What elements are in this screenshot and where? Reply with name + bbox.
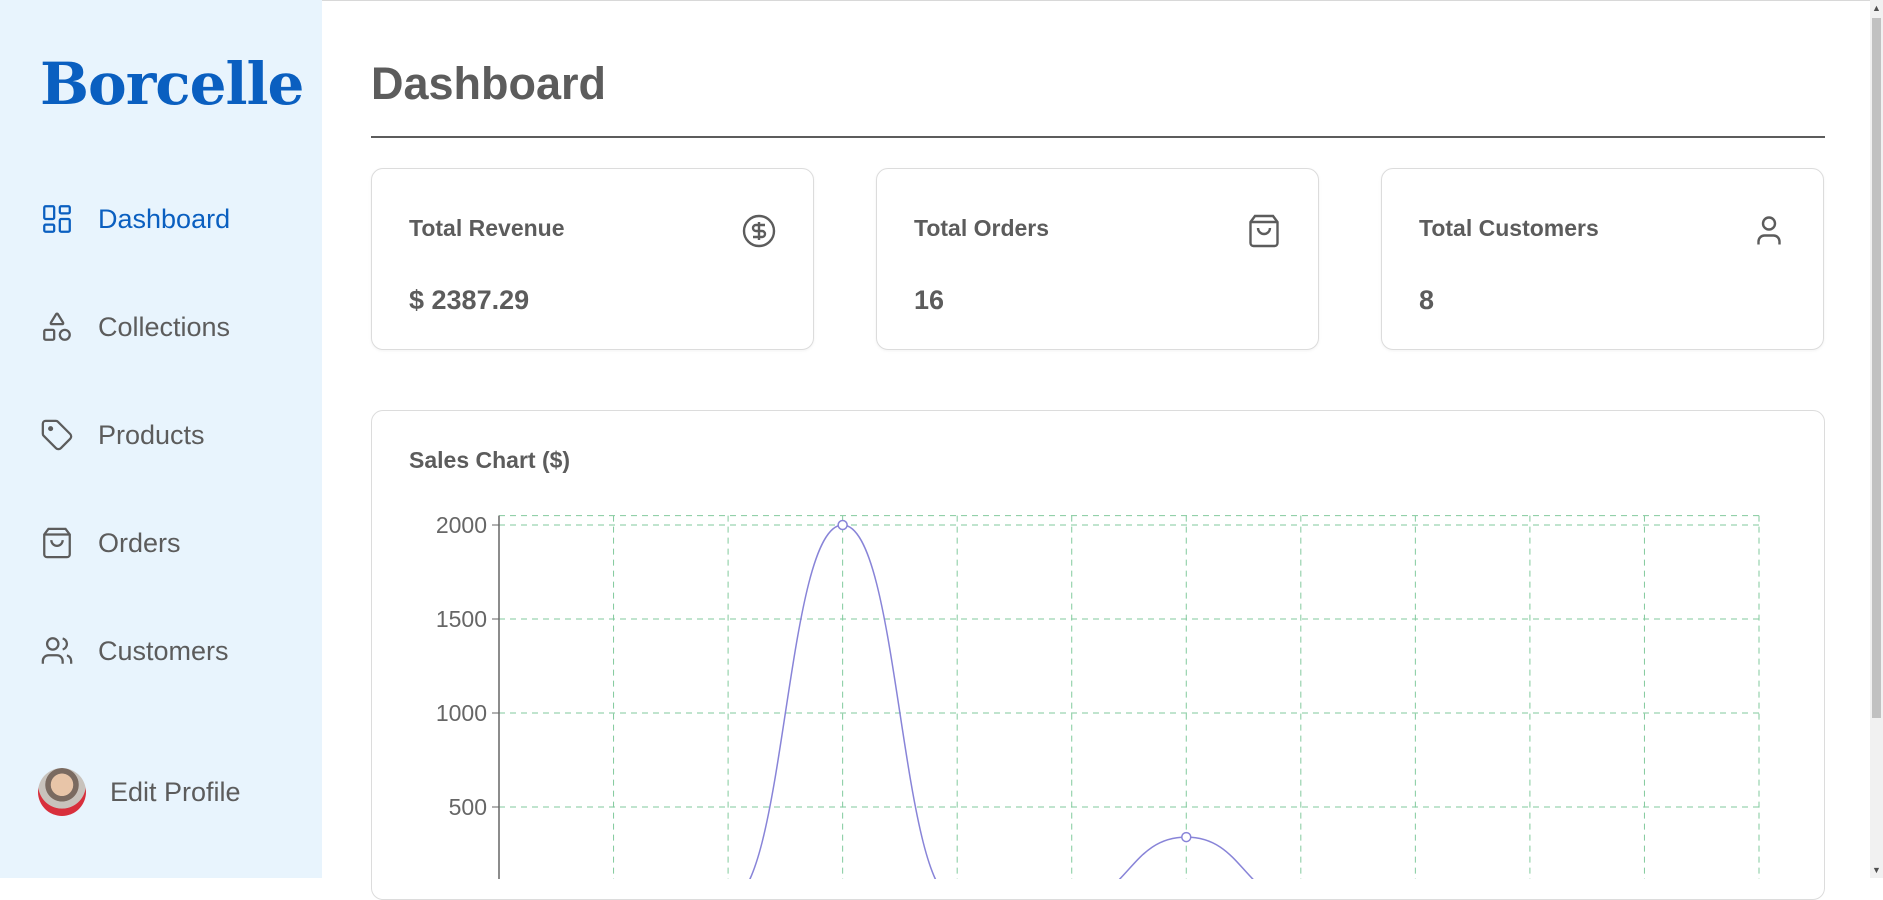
sidebar-item-label: Dashboard — [98, 203, 231, 234]
edit-profile-label: Edit Profile — [110, 776, 241, 807]
top-border — [322, 0, 1883, 1]
card-value: 8 — [1419, 285, 1435, 315]
sidebar-item-orders[interactable]: Orders — [40, 526, 181, 560]
sales-line — [748, 524, 1254, 879]
sidebar: Borcelle Dashboard Collections Products … — [0, 0, 322, 878]
y-tick-label: 1000 — [436, 700, 487, 726]
card-title: Total Orders — [914, 215, 1050, 241]
brand-logo[interactable]: Borcelle — [40, 50, 304, 118]
sidebar-item-collections[interactable]: Collections — [40, 310, 230, 344]
card-value: $ 2387.29 — [409, 285, 530, 315]
scroll-down-icon[interactable]: ▼ — [1872, 864, 1881, 876]
total-customers-card: Total Customers 8 — [1381, 168, 1824, 350]
sales-chart: 2000 1500 1000 500 — [436, 512, 1760, 879]
shopping-bag-icon — [40, 526, 74, 560]
y-tick-label: 1500 — [436, 606, 487, 632]
page-title: Dashboard — [371, 58, 607, 109]
scroll-up-icon[interactable]: ▲ — [1872, 2, 1881, 14]
avatar[interactable] — [38, 768, 86, 816]
sidebar-item-label: Orders — [98, 527, 181, 558]
sidebar-item-dashboard[interactable]: Dashboard — [40, 202, 230, 236]
users-icon — [40, 634, 74, 668]
total-orders-card: Total Orders 16 — [876, 168, 1319, 350]
vertical-scrollbar[interactable]: ▲ ▼ — [1870, 0, 1883, 878]
data-point — [837, 519, 848, 531]
sidebar-item-products[interactable]: Products — [40, 418, 205, 452]
total-revenue-card: Total Revenue $ 2387.29 — [371, 168, 814, 350]
dollar-circle-icon — [741, 213, 777, 249]
sidebar-item-label: Collections — [98, 311, 231, 342]
card-title: Total Customers — [1419, 215, 1599, 241]
user-icon — [1751, 213, 1787, 249]
scrollbar-thumb[interactable] — [1872, 18, 1881, 718]
y-tick-label: 500 — [449, 794, 487, 820]
card-value: 16 — [914, 285, 945, 315]
edit-profile-button[interactable]: Edit Profile — [38, 768, 241, 816]
sidebar-item-customers[interactable]: Customers — [40, 634, 229, 668]
title-divider — [371, 136, 1825, 138]
data-point — [1181, 831, 1192, 843]
y-tick-label: 2000 — [436, 512, 487, 538]
card-title: Total Revenue — [409, 215, 565, 241]
sidebar-item-label: Customers — [98, 635, 229, 666]
sales-chart-card: Sales Chart ($) 2000 1500 1000 500 — [371, 410, 1825, 900]
shapes-icon — [40, 310, 74, 344]
shopping-bag-icon — [1246, 213, 1282, 249]
sidebar-item-label: Products — [98, 419, 205, 450]
tag-icon — [40, 418, 74, 452]
dashboard-icon — [40, 202, 74, 236]
